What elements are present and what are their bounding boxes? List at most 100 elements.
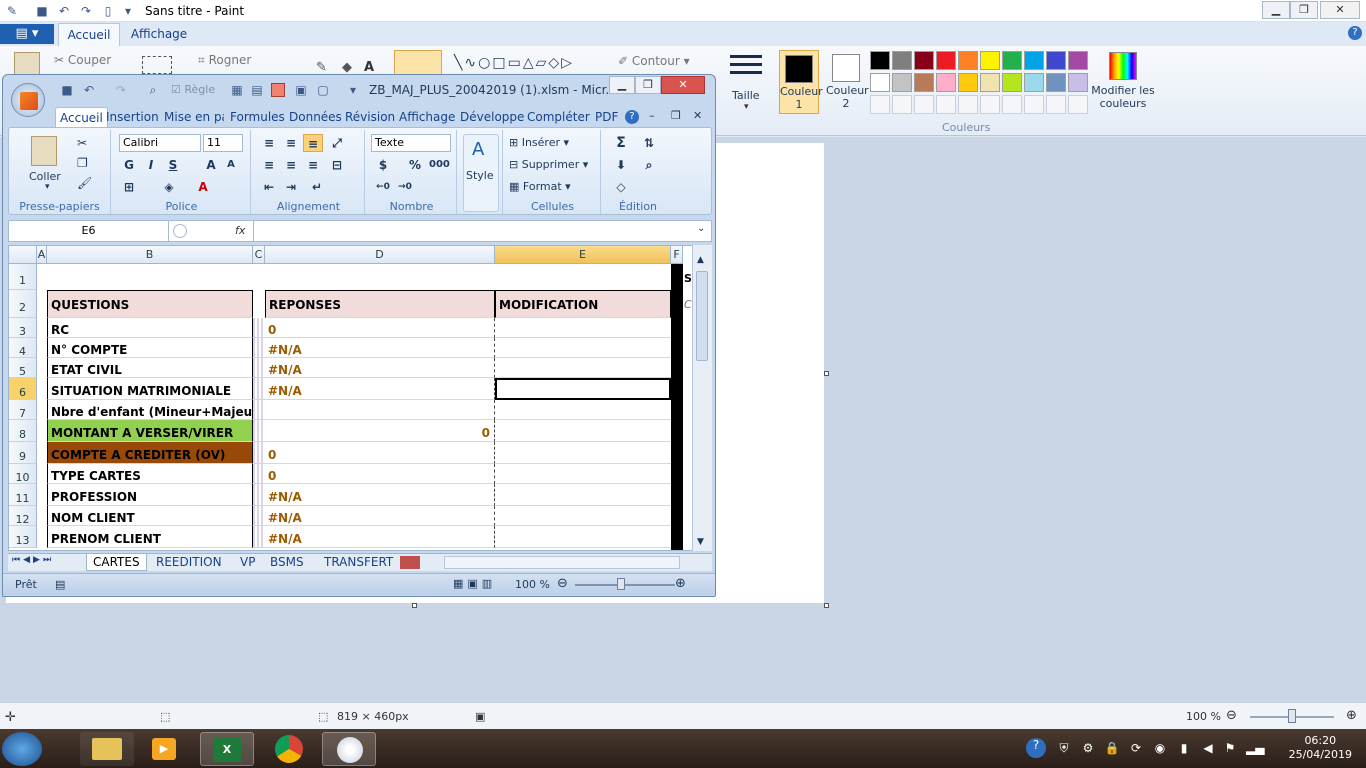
font-name-select[interactable]: Calibri [119,134,201,152]
answer-cell[interactable]: #N/A [265,338,495,358]
insert-function-button[interactable]: fx [235,224,245,237]
sheet-tab-reedition[interactable]: REEDITION [150,554,228,571]
column-c-cell[interactable] [253,318,265,338]
resize-handle-corner[interactable] [824,603,829,608]
increase-indent-icon[interactable]: ⇥ [281,178,301,196]
save-icon[interactable]: ■ [34,3,50,19]
palette-swatch[interactable] [1024,51,1044,70]
undo-icon[interactable]: ↶ [56,3,72,19]
scroll-up-icon[interactable]: ▲ [697,255,704,265]
palette-empty-swatch[interactable] [958,95,978,114]
new-file-icon[interactable]: ▯ [100,3,116,19]
excel-cut-icon[interactable]: ✂ [77,136,87,150]
excel-redo-icon[interactable]: ↷ [113,82,129,98]
tab-home[interactable]: Accueil [58,23,120,46]
volume-tray-icon[interactable]: ◀ [1200,741,1216,757]
question-cell[interactable]: PROFESSION [47,484,253,506]
answer-cell[interactable]: 0 [265,318,495,338]
excel-save-icon[interactable]: ■ [59,82,75,98]
question-cell[interactable]: NOM CLIENT [47,506,253,526]
system-clock[interactable]: 06:20 25/04/2019 [1289,734,1352,762]
excel-help-icon[interactable]: ? [625,110,639,124]
print-preview-icon[interactable]: ⌕ [145,82,161,98]
row-header[interactable]: 8 [9,420,37,442]
format-painter-icon[interactable]: 🖌 [77,176,92,190]
qat-tool-4-icon[interactable]: ▢ [315,82,331,98]
media-player-taskbar-icon[interactable]: ▶ [138,732,192,766]
paint-taskbar-icon[interactable] [322,732,376,766]
row-header[interactable]: 1 [9,264,37,290]
tab-revision[interactable]: Révision [341,107,399,127]
question-cell[interactable]: ETAT CIVIL [47,358,253,378]
grow-font-icon[interactable]: A [201,156,221,174]
modification-cell[interactable] [495,318,671,338]
excel-zoom-in[interactable]: ⊕ [675,576,686,591]
excel-zoom-thumb[interactable] [617,578,625,590]
edit-colors-button[interactable]: Modifier les couleurs [1090,52,1156,110]
pencil-icon[interactable]: ✎ [316,60,327,75]
align-left-icon[interactable]: ≡ [259,156,279,174]
tab-affichage[interactable]: Affichage [395,107,459,127]
currency-icon[interactable]: $ [373,156,393,174]
sync-tray-icon[interactable]: ⟳ [1128,741,1144,757]
crop-button[interactable]: ⌗ Rogner [198,53,251,68]
row-header[interactable]: 13 [9,526,37,548]
macro-record-icon[interactable]: ▤ [55,578,65,591]
modification-cell[interactable] [495,506,671,526]
explorer-taskbar-icon[interactable] [80,732,134,766]
column-header-c[interactable]: C [253,246,265,264]
column-header-d[interactable]: D [265,246,495,264]
increase-decimal-icon[interactable]: ←0 [373,178,393,196]
wrap-text-icon[interactable]: ↵ [307,178,327,196]
palette-swatch[interactable] [1002,73,1022,92]
palette-empty-swatch[interactable] [1024,95,1044,114]
sheet-tab-bsms[interactable]: BSMS [264,554,310,571]
palette-swatch[interactable] [914,51,934,70]
fill-icon[interactable]: ◆ [342,60,352,75]
header-cell-modification[interactable]: MODIFICATION [495,290,671,318]
maximize-button[interactable]: ❐ [1290,1,1318,19]
column-c-cell[interactable] [253,338,265,358]
clear-icon[interactable]: ◇ [611,178,631,196]
outline-button[interactable]: ✐ Contour ▾ [618,54,690,68]
answer-cell[interactable]: #N/A [265,358,495,378]
palette-swatch[interactable] [1068,73,1088,92]
resize-handle-bottom[interactable] [412,603,417,608]
palette-swatch[interactable] [870,51,890,70]
vertical-scrollbar[interactable]: ▲ ▼ [692,245,712,551]
fill-color-icon[interactable]: ◈ [159,178,179,196]
question-cell[interactable]: PRENOM CLIENT [47,526,253,548]
paint-file-menu-button[interactable]: ▤ ▾ [0,24,54,44]
palette-swatch[interactable] [870,73,890,92]
signal-tray-icon[interactable]: ▂▄ [1246,741,1264,757]
formula-input[interactable] [253,221,697,241]
redo-icon[interactable]: ↷ [78,3,94,19]
answer-cell[interactable]: 0 [265,420,495,442]
column-c-cell[interactable] [253,464,265,484]
row-header[interactable]: 9 [9,442,37,464]
active-cell-e6[interactable] [495,378,671,400]
sheet-nav-arrows[interactable]: ⏮◀▶⏭ [12,555,54,565]
brushes-button[interactable] [394,50,442,76]
qat-tool-2-icon[interactable]: ▤ [249,82,265,98]
palette-swatch[interactable] [936,51,956,70]
autosum-button[interactable]: Σ [611,134,631,152]
excel-zoom-out[interactable]: ⊖ [557,576,568,591]
text-tool-icon[interactable]: A [364,60,374,75]
insert-button[interactable]: ⊞ Insérer ▾ [509,134,569,152]
excel-close-button[interactable]: ✕ [661,76,705,94]
paste-icon[interactable] [14,52,40,76]
answer-cell[interactable]: 0 [265,464,495,484]
paint-app-icon[interactable]: ✎ [4,3,20,19]
decrease-decimal-icon[interactable]: →0 [395,178,415,196]
palette-empty-swatch[interactable] [936,95,956,114]
excel-zoom-level[interactable]: 100 % [515,578,550,591]
question-cell[interactable]: MONTANT A VERSER/VIRER [47,420,253,442]
excel-taskbar-icon[interactable]: X [200,732,254,766]
qat-dropdown-icon[interactable]: ▾ [120,3,136,19]
excel-maximize-button[interactable]: ❐ [635,76,661,94]
column-header-a[interactable]: A [37,246,47,264]
font-size-select[interactable]: 11 [203,134,243,152]
cut-button[interactable]: ✂ Couper [54,53,111,67]
palette-empty-swatch[interactable] [1046,95,1066,114]
